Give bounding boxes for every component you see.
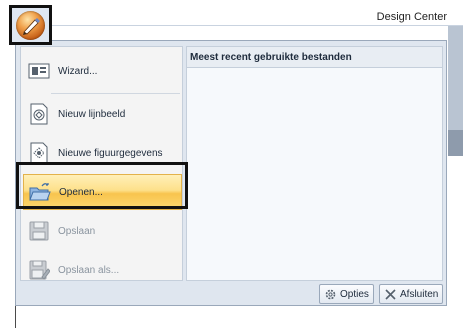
application-button[interactable] [16, 11, 45, 40]
menu-item-wizard[interactable]: Wizard... [23, 53, 182, 89]
title-bar: Design Center [16, 0, 463, 26]
menu-item-new-figure-data[interactable]: Nieuwe figuurgegevens [23, 135, 182, 171]
pen-icon [23, 18, 40, 35]
menu-item-label: Nieuwe figuurgegevens [58, 147, 163, 159]
menu-item-label: Nieuw lijnbeeld [58, 108, 126, 120]
save-as-icon [29, 260, 50, 280]
app-title: Design Center [376, 11, 447, 23]
ribbon-edge-lower [448, 130, 463, 156]
menu-item-label: Opslaan als... [58, 264, 120, 276]
exit-label: Afsluiten [400, 288, 439, 300]
menu-separator [51, 93, 180, 94]
save-icon [29, 221, 49, 241]
menu-commands: Wizard... Nieuw lijnbeeld Nieuwe figuurg… [20, 46, 183, 281]
gear-icon [325, 289, 336, 299]
wizard-icon [28, 63, 50, 79]
application-menu: Wizard... Nieuw lijnbeeld Nieuwe figuurg… [15, 40, 447, 306]
new-line-image-icon [30, 103, 48, 125]
menu-item-open[interactable]: Openen... [23, 174, 182, 210]
exit-button[interactable]: Afsluiten [379, 284, 444, 304]
menu-item-save-as[interactable]: Opslaan als... [23, 252, 182, 288]
recent-files-header: Meest recent gebruikte bestanden [187, 47, 442, 68]
menu-item-new-line-image[interactable]: Nieuw lijnbeeld [23, 96, 182, 132]
menu-item-label: Openen... [59, 186, 103, 198]
new-figure-data-icon [30, 142, 48, 164]
menu-item-save[interactable]: Opslaan [23, 213, 182, 249]
menu-item-label: Opslaan [58, 225, 96, 237]
options-label: Opties [340, 288, 369, 300]
options-button[interactable]: Opties [319, 284, 374, 304]
recent-files-panel: Meest recent gebruikte bestanden [186, 46, 443, 281]
application-button-highlight [9, 5, 52, 45]
close-icon [385, 288, 396, 300]
open-folder-icon [29, 183, 51, 201]
menu-item-label: Wizard... [58, 65, 98, 77]
